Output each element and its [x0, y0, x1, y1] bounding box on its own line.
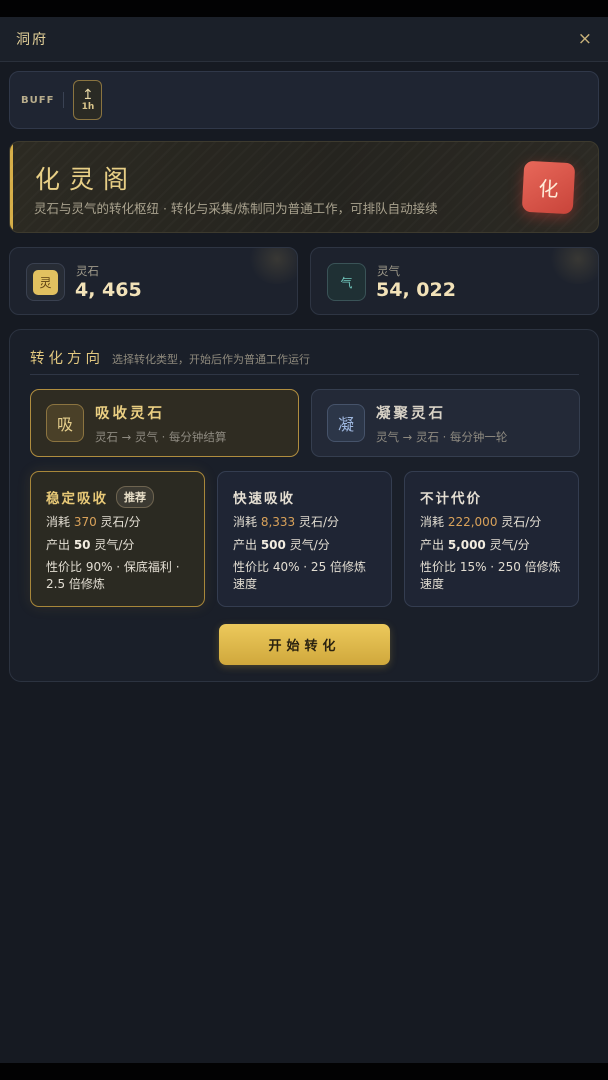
- navigation-bar: [0, 1063, 608, 1080]
- spirit-stone-icon: 灵: [26, 263, 65, 301]
- stat-label: 灵气: [377, 264, 400, 278]
- mode-efficiency: 性价比 40% · 25 倍修炼速度: [233, 560, 367, 591]
- mode-name: 稳定吸收: [46, 491, 108, 507]
- window-header: 洞府 ×: [0, 17, 608, 62]
- mode-output: 产出 5,000 灵气/分: [420, 538, 530, 552]
- mode-cost: 消耗 370 灵石/分: [46, 515, 141, 529]
- stat-value: 54, 022: [376, 279, 456, 301]
- mode-cost: 消耗 8,333 灵石/分: [233, 515, 340, 529]
- absorb-icon: 吸: [46, 404, 84, 442]
- direction-name: 吸收灵石: [95, 404, 165, 422]
- spirit-stone-stat: 灵 灵石 4, 465: [9, 247, 298, 315]
- conversion-panel: 转化方向 选择转化类型，开始后作为普通工作运行 吸 吸收灵石 灵石 → 灵气 ·…: [9, 329, 599, 682]
- banner-title: 化灵阁: [35, 165, 138, 194]
- stat-value: 4, 465: [75, 279, 142, 301]
- status-bar: [0, 0, 608, 17]
- direction-desc: 灵气 → 灵石 · 每分钟一轮: [376, 429, 508, 444]
- start-conversion-button[interactable]: 开始转化: [219, 624, 390, 665]
- boost-arrow-icon: ↥: [82, 86, 94, 103]
- page-title: 洞府: [16, 32, 48, 48]
- direction-desc: 灵石 → 灵气 · 每分钟结算: [95, 429, 227, 444]
- mode-efficiency: 性价比 15% · 250 倍修炼速度: [420, 560, 561, 591]
- mode-cost: 消耗 222,000 灵石/分: [420, 515, 542, 529]
- banner-subtitle: 灵石与灵气的转化枢纽 · 转化与采集/炼制同为普通工作，可排队自动接续: [34, 201, 438, 216]
- mode-all-out[interactable]: 不计代价 消耗 222,000 灵石/分 产出 5,000 灵气/分 性价比 1…: [404, 471, 579, 607]
- buff-chip[interactable]: ↥ 1h: [73, 80, 103, 120]
- spirit-qi-stat: 气 灵气 54, 022: [310, 247, 599, 315]
- hall-banner: 化灵阁 灵石与灵气的转化枢纽 · 转化与采集/炼制同为普通工作，可排队自动接续 …: [9, 141, 599, 233]
- mode-efficiency: 性价比 90% · 保底福利 · 2.5 倍修炼: [46, 560, 180, 591]
- mode-fast[interactable]: 快速吸收 消耗 8,333 灵石/分 产出 500 灵气/分 性价比 40% ·…: [217, 471, 392, 607]
- mode-name: 不计代价: [420, 491, 482, 507]
- divider: [63, 92, 65, 108]
- mode-output: 产出 500 灵气/分: [233, 538, 330, 552]
- mode-output: 产出 50 灵气/分: [46, 538, 135, 552]
- stat-label: 灵石: [76, 264, 99, 278]
- close-icon[interactable]: ×: [578, 29, 592, 49]
- recommended-badge: 推荐: [116, 486, 154, 508]
- spirit-qi-icon: 气: [327, 263, 366, 301]
- hall-emblem-icon: 化: [521, 160, 576, 215]
- mode-stable[interactable]: 稳定吸收 推荐 消耗 370 灵石/分 产出 50 灵气/分 性价比 90% ·…: [30, 471, 205, 607]
- panel-title: 转化方向: [30, 351, 104, 367]
- buff-duration: 1h: [81, 101, 95, 112]
- panel-header: 转化方向 选择转化类型，开始后作为普通工作运行: [30, 347, 579, 375]
- direction-absorb[interactable]: 吸 吸收灵石 灵石 → 灵气 · 每分钟结算: [30, 389, 299, 457]
- condense-icon: 凝: [327, 404, 365, 442]
- buff-bar: BUFF ↥ 1h: [9, 71, 599, 129]
- panel-hint: 选择转化类型，开始后作为普通工作运行: [112, 353, 310, 366]
- mode-name: 快速吸收: [233, 491, 295, 507]
- buff-label: BUFF: [21, 94, 55, 106]
- direction-name: 凝聚灵石: [376, 404, 446, 422]
- direction-condense[interactable]: 凝 凝聚灵石 灵气 → 灵石 · 每分钟一轮: [311, 389, 580, 457]
